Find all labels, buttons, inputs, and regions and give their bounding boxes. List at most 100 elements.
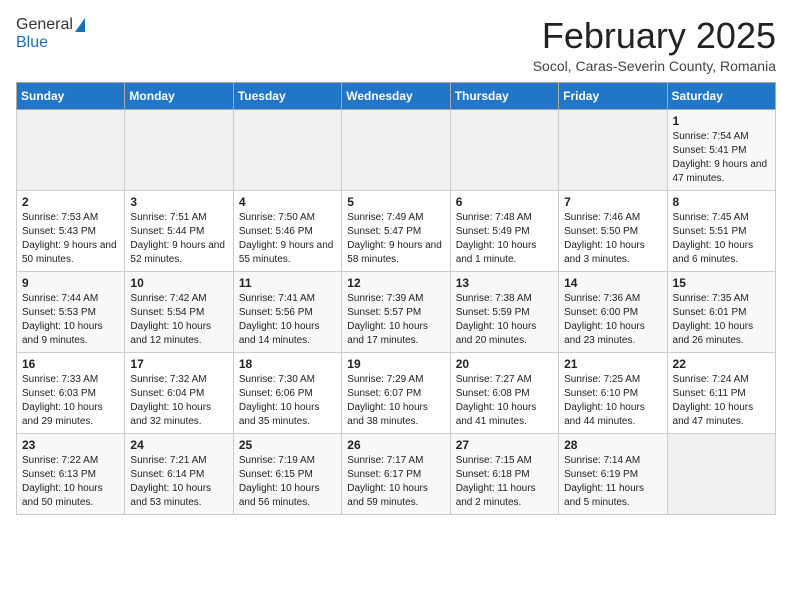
day-info: Sunrise: 7:17 AM Sunset: 6:17 PM Dayligh… — [347, 454, 444, 510]
day-info: Sunrise: 7:53 AM Sunset: 5:43 PM Dayligh… — [22, 211, 119, 267]
calendar-cell: 11 Sunrise: 7:41 AM Sunset: 5:56 PM Dayli… — [233, 271, 341, 352]
day-number: 7 — [564, 195, 661, 209]
day-info: Sunrise: 7:29 AM Sunset: 6:07 PM Dayligh… — [347, 373, 444, 429]
day-number: 14 — [564, 276, 661, 290]
calendar-cell: 20 Sunrise: 7:27 AM Sunset: 6:08 PM Dayli… — [450, 352, 558, 433]
day-info: Sunrise: 7:21 AM Sunset: 6:14 PM Dayligh… — [130, 454, 227, 510]
day-number: 1 — [673, 114, 770, 128]
day-number: 22 — [673, 357, 770, 371]
calendar-cell: 26 Sunrise: 7:17 AM Sunset: 6:17 PM Dayli… — [342, 433, 450, 514]
calendar-cell — [233, 109, 341, 190]
day-info: Sunrise: 7:42 AM Sunset: 5:54 PM Dayligh… — [130, 292, 227, 348]
calendar-cell: 1 Sunrise: 7:54 AM Sunset: 5:41 PM Daylig… — [667, 109, 775, 190]
day-number: 10 — [130, 276, 227, 290]
calendar-cell: 17 Sunrise: 7:32 AM Sunset: 6:04 PM Dayli… — [125, 352, 233, 433]
weekday-header-thursday: Thursday — [450, 82, 558, 109]
calendar-cell — [450, 109, 558, 190]
calendar-cell: 25Sunrise: 7:19 AM Sunset: 6:15 PM Dayli… — [233, 433, 341, 514]
day-info: Sunrise: 7:44 AM Sunset: 5:53 PM Dayligh… — [22, 292, 119, 348]
title-area: February 2025 Socol, Caras-Severin Count… — [533, 16, 776, 74]
page-header: General Blue February 2025 Socol, Caras-… — [16, 16, 776, 74]
day-number: 20 — [456, 357, 553, 371]
weekday-header-saturday: Saturday — [667, 82, 775, 109]
day-number: 24 — [130, 438, 227, 452]
calendar-cell — [17, 109, 125, 190]
calendar-cell: 15 Sunrise: 7:35 AM Sunset: 6:01 PM Dayli… — [667, 271, 775, 352]
day-info: Sunrise: 7:41 AM Sunset: 5:56 PM Dayligh… — [239, 292, 336, 348]
weekday-header-wednesday: Wednesday — [342, 82, 450, 109]
calendar-cell: 2 Sunrise: 7:53 AM Sunset: 5:43 PM Daylig… — [17, 190, 125, 271]
day-number: 9 — [22, 276, 119, 290]
day-info: Sunrise: 7:27 AM Sunset: 6:08 PM Dayligh… — [456, 373, 553, 429]
calendar-cell: 22 Sunrise: 7:24 AM Sunset: 6:11 PM Dayli… — [667, 352, 775, 433]
calendar-week-1: 1 Sunrise: 7:54 AM Sunset: 5:41 PM Daylig… — [17, 109, 776, 190]
day-number: 27 — [456, 438, 553, 452]
calendar-cell: 5 Sunrise: 7:49 AM Sunset: 5:47 PM Daylig… — [342, 190, 450, 271]
day-info: Sunrise: 7:45 AM Sunset: 5:51 PM Dayligh… — [673, 211, 770, 267]
day-info: Sunrise: 7:19 AM Sunset: 6:15 PM Dayligh… — [239, 454, 336, 510]
calendar-cell: 23 Sunrise: 7:22 AM Sunset: 6:13 PM Dayli… — [17, 433, 125, 514]
calendar-cell: 21 Sunrise: 7:25 AM Sunset: 6:10 PM Dayli… — [559, 352, 667, 433]
day-number: 3 — [130, 195, 227, 209]
weekday-header-tuesday: Tuesday — [233, 82, 341, 109]
day-number: 19 — [347, 357, 444, 371]
day-number: 4 — [239, 195, 336, 209]
day-number: 23 — [22, 438, 119, 452]
day-info: Sunrise: 7:24 AM Sunset: 6:11 PM Dayligh… — [673, 373, 770, 429]
day-number: 13 — [456, 276, 553, 290]
day-number: 18 — [239, 357, 336, 371]
weekday-header-friday: Friday — [559, 82, 667, 109]
calendar-cell — [125, 109, 233, 190]
calendar-cell — [342, 109, 450, 190]
day-info: Sunrise: 7:49 AM Sunset: 5:47 PM Dayligh… — [347, 211, 444, 267]
weekday-header-row: SundayMondayTuesdayWednesdayThursdayFrid… — [17, 82, 776, 109]
calendar-cell — [667, 433, 775, 514]
day-number: 15 — [673, 276, 770, 290]
day-info: Sunrise: 7:46 AM Sunset: 5:50 PM Dayligh… — [564, 211, 661, 267]
day-info: Sunrise: 7:38 AM Sunset: 5:59 PM Dayligh… — [456, 292, 553, 348]
location-title: Socol, Caras-Severin County, Romania — [533, 58, 776, 74]
day-info: Sunrise: 7:14 AM Sunset: 6:19 PM Dayligh… — [564, 454, 661, 510]
calendar-cell: 4 Sunrise: 7:50 AM Sunset: 5:46 PM Daylig… — [233, 190, 341, 271]
day-number: 26 — [347, 438, 444, 452]
day-info: Sunrise: 7:32 AM Sunset: 6:04 PM Dayligh… — [130, 373, 227, 429]
calendar-week-5: 23 Sunrise: 7:22 AM Sunset: 6:13 PM Dayli… — [17, 433, 776, 514]
calendar-cell: 13 Sunrise: 7:38 AM Sunset: 5:59 PM Dayli… — [450, 271, 558, 352]
day-number: 2 — [22, 195, 119, 209]
calendar-cell: 28Sunrise: 7:14 AM Sunset: 6:19 PM Dayli… — [559, 433, 667, 514]
day-info: Sunrise: 7:22 AM Sunset: 6:13 PM Dayligh… — [22, 454, 119, 510]
calendar-week-4: 16Sunrise: 7:33 AM Sunset: 6:03 PM Dayli… — [17, 352, 776, 433]
weekday-header-sunday: Sunday — [17, 82, 125, 109]
calendar-cell: 12 Sunrise: 7:39 AM Sunset: 5:57 PM Dayli… — [342, 271, 450, 352]
day-number: 17 — [130, 357, 227, 371]
month-title: February 2025 — [533, 16, 776, 56]
calendar-cell: 3 Sunrise: 7:51 AM Sunset: 5:44 PM Daylig… — [125, 190, 233, 271]
day-info: Sunrise: 7:30 AM Sunset: 6:06 PM Dayligh… — [239, 373, 336, 429]
day-number: 5 — [347, 195, 444, 209]
calendar-table: SundayMondayTuesdayWednesdayThursdayFrid… — [16, 82, 776, 515]
day-info: Sunrise: 7:35 AM Sunset: 6:01 PM Dayligh… — [673, 292, 770, 348]
day-number: 12 — [347, 276, 444, 290]
day-info: Sunrise: 7:39 AM Sunset: 5:57 PM Dayligh… — [347, 292, 444, 348]
logo-general-text: General — [16, 16, 73, 34]
day-info: Sunrise: 7:33 AM Sunset: 6:03 PM Dayligh… — [22, 373, 119, 429]
calendar-cell — [559, 109, 667, 190]
calendar-cell: 27 Sunrise: 7:15 AM Sunset: 6:18 PM Dayli… — [450, 433, 558, 514]
day-info: Sunrise: 7:15 AM Sunset: 6:18 PM Dayligh… — [456, 454, 553, 510]
calendar-cell: 16Sunrise: 7:33 AM Sunset: 6:03 PM Dayli… — [17, 352, 125, 433]
day-number: 11 — [239, 276, 336, 290]
calendar-cell: 19 Sunrise: 7:29 AM Sunset: 6:07 PM Dayli… — [342, 352, 450, 433]
day-number: 21 — [564, 357, 661, 371]
day-info: Sunrise: 7:36 AM Sunset: 6:00 PM Dayligh… — [564, 292, 661, 348]
day-info: Sunrise: 7:51 AM Sunset: 5:44 PM Dayligh… — [130, 211, 227, 267]
day-number: 6 — [456, 195, 553, 209]
day-info: Sunrise: 7:54 AM Sunset: 5:41 PM Dayligh… — [673, 130, 770, 186]
logo-blue-text: Blue — [16, 34, 48, 52]
calendar-cell: 14 Sunrise: 7:36 AM Sunset: 6:00 PM Dayli… — [559, 271, 667, 352]
calendar-header: SundayMondayTuesdayWednesdayThursdayFrid… — [17, 82, 776, 109]
calendar-week-2: 2 Sunrise: 7:53 AM Sunset: 5:43 PM Daylig… — [17, 190, 776, 271]
calendar-cell: 10 Sunrise: 7:42 AM Sunset: 5:54 PM Dayli… — [125, 271, 233, 352]
calendar-week-3: 9 Sunrise: 7:44 AM Sunset: 5:53 PM Daylig… — [17, 271, 776, 352]
day-info: Sunrise: 7:25 AM Sunset: 6:10 PM Dayligh… — [564, 373, 661, 429]
day-info: Sunrise: 7:50 AM Sunset: 5:46 PM Dayligh… — [239, 211, 336, 267]
